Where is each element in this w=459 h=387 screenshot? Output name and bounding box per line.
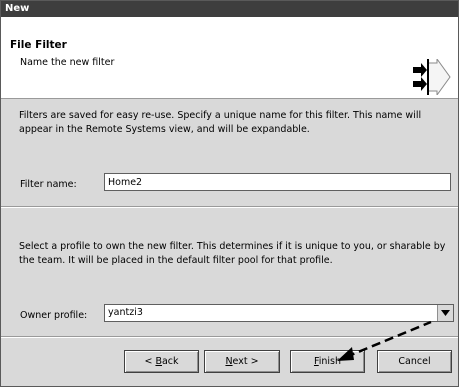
new-filter-dialog: New File Filter Name the new filter Filt… bbox=[0, 0, 459, 387]
finish-button[interactable]: Finish bbox=[290, 350, 365, 373]
next-button-rest: ext > bbox=[232, 356, 259, 367]
section-divider bbox=[1, 206, 458, 208]
dropdown-button[interactable] bbox=[437, 305, 453, 321]
owner-profile-combo[interactable]: yantzi3 bbox=[104, 304, 454, 322]
filter-name-input[interactable] bbox=[104, 173, 451, 191]
cancel-button[interactable]: Cancel bbox=[377, 350, 452, 373]
owner-profile-value: yantzi3 bbox=[108, 307, 143, 318]
wizard-banner: File Filter Name the new filter bbox=[1, 17, 458, 99]
back-button[interactable]: < Back bbox=[124, 350, 199, 373]
filter-name-label: Filter name: bbox=[20, 179, 77, 190]
filter-description: Filters are saved for easy re-use. Speci… bbox=[19, 110, 422, 135]
next-button[interactable]: Next > bbox=[204, 350, 280, 373]
profile-description: Select a profile to own the new filter. … bbox=[19, 241, 446, 266]
next-button-mnemonic: N bbox=[225, 356, 233, 367]
window-title: New bbox=[1, 1, 458, 17]
finish-button-rest: inish bbox=[318, 356, 342, 367]
banner-description: Name the new filter bbox=[20, 57, 115, 68]
chevron-down-icon bbox=[441, 310, 450, 316]
button-bar-divider bbox=[1, 336, 458, 338]
owner-profile-label: Owner profile: bbox=[20, 310, 88, 321]
wizard-arrows-icon bbox=[413, 59, 451, 95]
banner-title: File Filter bbox=[10, 39, 67, 51]
back-button-rest: ack bbox=[161, 356, 179, 367]
back-button-prefix: < bbox=[144, 356, 156, 367]
